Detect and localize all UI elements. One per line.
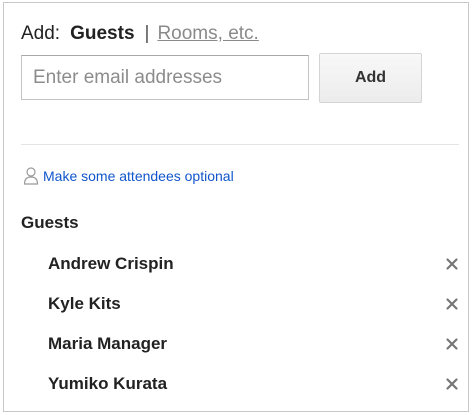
guest-list: Andrew Crispin Kyle Kits Maria Manager Y…	[4, 253, 470, 413]
close-icon[interactable]	[444, 376, 460, 392]
guests-heading: Guests	[21, 213, 79, 232]
guest-row: Yumiko Kurata	[4, 373, 470, 413]
make-attendees-optional-label: Make some attendees optional	[43, 168, 234, 184]
tab-rooms[interactable]: Rooms, etc.	[157, 23, 258, 44]
guest-row: Andrew Crispin	[4, 253, 470, 293]
close-icon[interactable]	[444, 336, 460, 352]
add-guests-panel: Add: Guests | Rooms, etc. Add Make some att…	[3, 2, 469, 412]
guest-row: Kyle Kits	[4, 293, 470, 333]
divider	[21, 144, 459, 145]
guest-name: Maria Manager	[48, 334, 168, 353]
email-addresses-input[interactable]	[21, 55, 309, 100]
tab-guests[interactable]: Guests	[70, 23, 134, 44]
add-tabs-row: Add: Guests | Rooms, etc.	[21, 22, 259, 46]
make-attendees-optional-link[interactable]: Make some attendees optional	[23, 165, 234, 187]
tab-separator: |	[144, 23, 150, 44]
close-icon[interactable]	[444, 296, 460, 312]
add-prefix-label: Add:	[21, 23, 61, 44]
close-icon[interactable]	[444, 256, 460, 272]
guest-row: Maria Manager	[4, 333, 470, 373]
person-outline-icon	[23, 167, 39, 185]
guest-name: Yumiko Kurata	[48, 374, 168, 393]
guest-name: Andrew Crispin	[48, 254, 174, 273]
guest-name: Kyle Kits	[48, 294, 121, 313]
add-button[interactable]: Add	[319, 53, 422, 103]
